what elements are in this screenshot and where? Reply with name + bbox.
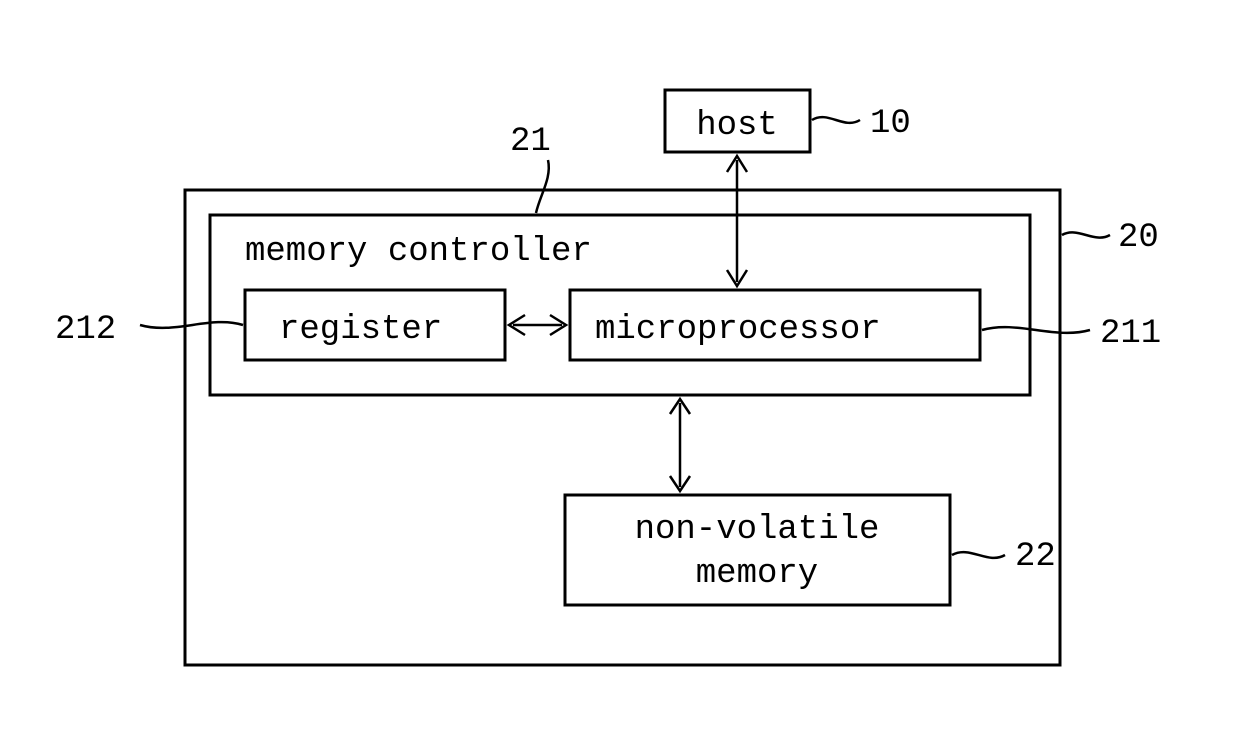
leader-10: 10 (812, 105, 911, 143)
ref-10: 10 (870, 105, 911, 143)
leader-211: 211 (982, 315, 1161, 353)
ref-22: 22 (1015, 538, 1056, 576)
ref-212: 212 (55, 311, 116, 349)
register-label: register (279, 311, 442, 349)
ref-20: 20 (1118, 219, 1159, 257)
memory-controller-label: memory controller (245, 233, 592, 271)
leader-21: 21 (510, 123, 551, 213)
leader-22: 22 (952, 538, 1056, 576)
ref-211: 211 (1100, 315, 1161, 353)
nvm-label-line2: memory (696, 555, 818, 593)
arrow-register-microprocessor (509, 315, 566, 335)
arrow-host-microprocessor (727, 156, 747, 286)
ref-21: 21 (510, 123, 551, 161)
host-label: host (696, 107, 778, 145)
microprocessor-label: microprocessor (595, 311, 881, 349)
block-diagram: memory controller register microprocesso… (0, 0, 1240, 730)
arrow-microprocessor-nvm (670, 399, 690, 491)
nvm-label-line1: non-volatile (635, 511, 880, 549)
leader-20: 20 (1062, 219, 1159, 257)
leader-212: 212 (55, 311, 243, 349)
